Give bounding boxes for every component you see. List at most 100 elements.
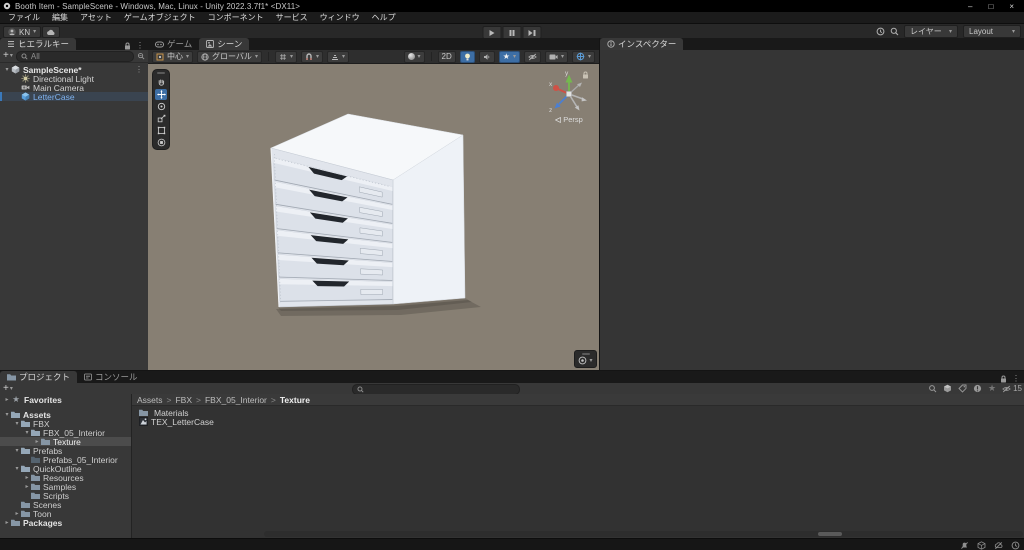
menu-item[interactable]: ゲームオブジェクト: [118, 12, 202, 23]
maximize-button[interactable]: □: [988, 2, 993, 11]
breadcrumb-item[interactable]: Assets: [137, 395, 163, 405]
gizmo-y-label[interactable]: y: [565, 70, 568, 77]
menu-item[interactable]: ヘルプ: [366, 12, 402, 23]
expand-arrow[interactable]: ▾: [13, 447, 21, 454]
favorites-star-icon[interactable]: ★: [988, 384, 996, 393]
tab-hierarchy[interactable]: ヒエラルキー: [0, 38, 77, 50]
panel-menu-icon[interactable]: ⋮: [136, 41, 144, 50]
rect-tool-button[interactable]: [155, 125, 167, 136]
tab-game[interactable]: ゲーム: [148, 38, 200, 50]
gizmo-x-label[interactable]: x: [549, 81, 552, 88]
view-tool-button[interactable]: [155, 77, 167, 88]
increment-snap-dropdown[interactable]: ▾: [326, 50, 349, 63]
effects-dropdown[interactable]: ★ ▾: [498, 50, 520, 63]
rotate-tool-button[interactable]: [155, 101, 167, 112]
lock-icon[interactable]: [124, 42, 131, 50]
layers-dropdown[interactable]: レイヤー ▾: [904, 25, 958, 38]
breadcrumb-item[interactable]: Texture: [267, 395, 310, 405]
project-tree-item[interactable]: ▸ Toon: [0, 509, 131, 519]
close-button[interactable]: ×: [1009, 2, 1014, 11]
menu-item[interactable]: コンポーネント: [202, 12, 270, 23]
scale-tool-button[interactable]: [155, 113, 167, 124]
layout-dropdown[interactable]: Layout ▾: [963, 25, 1021, 38]
scene-viewport[interactable]: y x z Persp ▾: [148, 64, 599, 371]
horizontal-scrollbar[interactable]: [264, 531, 1023, 537]
project-search-input[interactable]: [367, 385, 515, 394]
grid-visibility-dropdown[interactable]: ▾: [274, 50, 297, 63]
scene-camera-overlay[interactable]: ▾: [574, 350, 597, 368]
expand-arrow[interactable]: ▾: [3, 411, 11, 418]
expand-arrow[interactable]: ▸: [33, 438, 41, 445]
expand-arrow[interactable]: ▸: [23, 474, 31, 481]
scene-menu-icon[interactable]: ⋮: [135, 65, 148, 74]
scene-visibility-toggle[interactable]: [523, 50, 541, 63]
transform-tool-button[interactable]: [155, 137, 167, 148]
asset-label: TEX_LetterCase: [151, 416, 214, 427]
lighting-toggle[interactable]: [459, 50, 475, 63]
minimize-button[interactable]: –: [968, 2, 972, 11]
hidden-items-toggle[interactable]: 15: [1002, 384, 1022, 393]
scrollbar-handle[interactable]: [818, 532, 843, 536]
menu-item[interactable]: アセット: [74, 12, 118, 23]
expand-arrow[interactable]: ▾: [13, 465, 21, 472]
expand-arrow[interactable]: ▸: [3, 519, 11, 526]
expand-arrow[interactable]: ▾: [3, 66, 11, 73]
project-tree-item[interactable]: Scenes: [0, 500, 131, 510]
cloud-status-icon[interactable]: [994, 541, 1003, 550]
expand-arrow[interactable]: ▾: [13, 420, 21, 427]
expand-arrow[interactable]: ▸: [23, 483, 31, 490]
tab-scene[interactable]: シーン: [199, 38, 250, 50]
package-status-icon[interactable]: [977, 540, 986, 550]
projection-toggle[interactable]: Persp: [542, 115, 596, 124]
expand-arrow[interactable]: ▸: [13, 510, 21, 517]
2d-toggle[interactable]: 2D: [437, 50, 456, 63]
project-tree-item[interactable]: Scripts: [0, 491, 131, 501]
account-button[interactable]: KN ▾: [3, 26, 42, 38]
add-asset-button[interactable]: + ▾: [3, 383, 13, 394]
menu-item[interactable]: 編集: [46, 12, 74, 23]
search-by-type-icon[interactable]: [928, 384, 937, 393]
move-tool-button[interactable]: [155, 89, 167, 100]
project-tree-item[interactable]: ▸ Texture: [0, 437, 131, 447]
gizmos-dropdown[interactable]: ▾: [571, 50, 595, 63]
add-gameobject-button[interactable]: + ▾: [3, 51, 13, 61]
tab-console[interactable]: コンソール: [77, 371, 145, 383]
project-tree-item[interactable]: ▾ Assets: [0, 410, 131, 420]
info-icon[interactable]: [973, 384, 982, 393]
expand-arrow[interactable]: ▸: [3, 396, 11, 403]
breadcrumb-item[interactable]: FBX_05_Interior: [192, 395, 267, 405]
search-icon[interactable]: [890, 27, 899, 36]
orientation-dropdown[interactable]: グローバル ▾: [197, 50, 262, 63]
snap-settings-dropdown[interactable]: ▾: [300, 50, 323, 63]
asset-item-materials[interactable]: Materials: [132, 408, 1024, 418]
package-icon[interactable]: [943, 384, 952, 393]
draw-mode-dropdown[interactable]: ▾: [403, 50, 425, 63]
undo-history-icon[interactable]: [876, 27, 885, 36]
label-icon[interactable]: [958, 384, 967, 393]
gizmo-lock-icon[interactable]: [582, 71, 589, 79]
expand-arrow[interactable]: ▾: [23, 429, 31, 436]
asset-item-tex-lettercase[interactable]: TEX_LetterCase: [132, 416, 1024, 427]
panel-menu-icon[interactable]: ⋮: [1012, 374, 1020, 383]
notifications-muted-icon[interactable]: [960, 541, 969, 550]
tab-project[interactable]: プロジェクト: [0, 371, 78, 383]
drag-handle[interactable]: [581, 353, 590, 355]
hierarchy-search-input[interactable]: All: [15, 50, 134, 62]
project-tree-item[interactable]: ▸ Packages: [0, 518, 131, 528]
audio-toggle[interactable]: [478, 50, 495, 63]
tab-inspector[interactable]: インスペクター: [600, 38, 684, 50]
hierarchy-item-lettercase[interactable]: LetterCase: [0, 92, 148, 102]
progress-status-icon[interactable]: [1011, 541, 1020, 550]
project-tree-item[interactable]: ▸ Favorites: [0, 395, 131, 405]
lock-icon[interactable]: [1000, 375, 1007, 383]
menu-item[interactable]: サービス: [270, 12, 314, 23]
menu-item[interactable]: ファイル: [2, 12, 46, 23]
filter-icon[interactable]: [137, 52, 145, 60]
pivot-mode-dropdown[interactable]: 中心 ▾: [152, 50, 194, 63]
gizmo-z-label[interactable]: z: [549, 107, 552, 114]
cloud-services-button[interactable]: [42, 26, 60, 38]
camera-settings-dropdown[interactable]: ▾: [544, 50, 568, 63]
menu-item[interactable]: ウィンドウ: [314, 12, 366, 23]
drag-handle[interactable]: [157, 72, 165, 74]
breadcrumb-item[interactable]: FBX: [163, 395, 192, 405]
